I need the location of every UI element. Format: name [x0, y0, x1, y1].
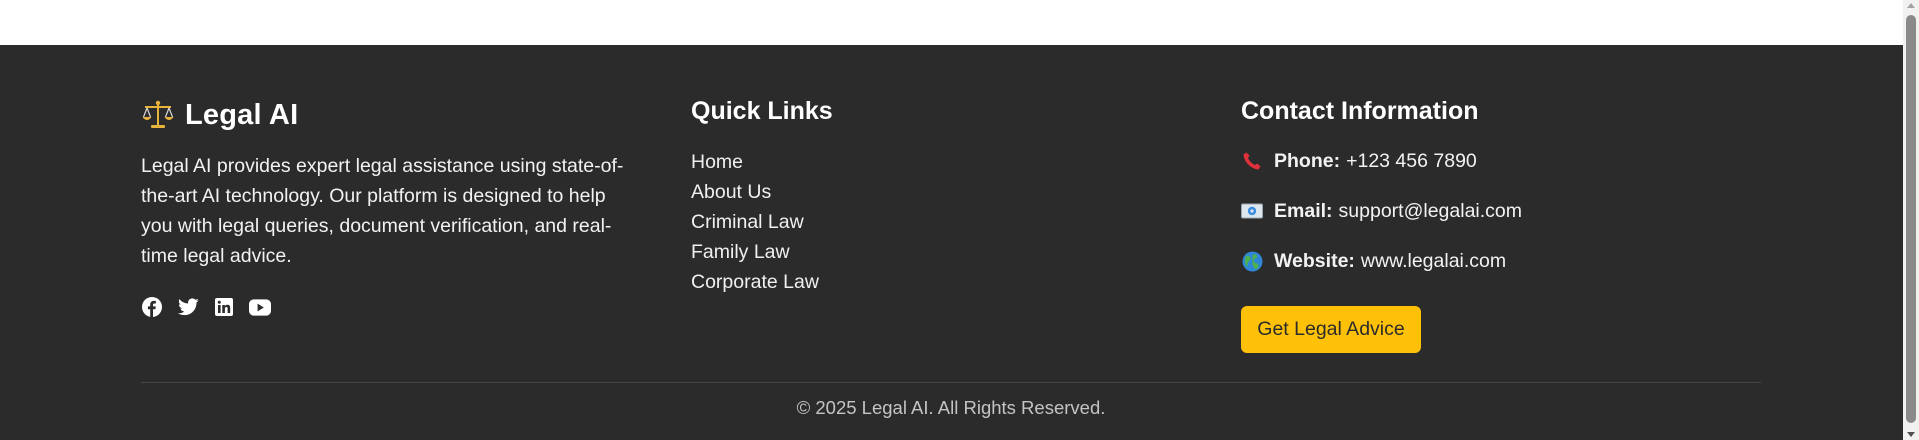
twitter-icon[interactable]: [177, 296, 199, 318]
scrollbar-thumb[interactable]: [1906, 15, 1916, 423]
globe-icon: [1241, 250, 1263, 272]
youtube-icon[interactable]: [249, 296, 271, 318]
scroll-down-arrow-icon[interactable]: [1907, 432, 1915, 437]
website-label: Website:: [1274, 250, 1355, 272]
scales-icon: [141, 98, 175, 132]
footer-divider: [141, 382, 1761, 383]
copyright-text: © 2025 Legal AI. All Rights Reserved.: [796, 397, 1106, 418]
phone-value: +123 456 7890: [1346, 150, 1477, 172]
facebook-icon[interactable]: [141, 296, 163, 318]
social-links: [141, 296, 271, 318]
quick-link-home[interactable]: Home: [691, 147, 819, 177]
page: Legal AI Legal AI provides expert legal …: [0, 0, 1919, 440]
email-label: Email:: [1274, 200, 1333, 222]
quick-links-title: Quick Links: [691, 97, 833, 125]
contact-website: Website: www.legalai.com: [1241, 247, 1506, 275]
page-content-area: [0, 0, 1903, 45]
scroll-up-arrow-icon[interactable]: [1907, 3, 1915, 8]
quick-links-list: Home About Us Criminal Law Family Law Co…: [691, 147, 819, 297]
email-value[interactable]: support@legalai.com: [1339, 197, 1522, 225]
email-icon: [1241, 200, 1263, 222]
get-legal-advice-button[interactable]: Get Legal Advice: [1241, 306, 1421, 353]
vertical-scrollbar[interactable]: [1903, 0, 1919, 440]
brand-name: Legal AI: [185, 98, 299, 131]
quick-link-family-law[interactable]: Family Law: [691, 237, 819, 267]
contact-phone: Phone: +123 456 7890: [1241, 147, 1477, 175]
contact-title: Contact Information: [1241, 97, 1479, 125]
quick-link-about-us[interactable]: About Us: [691, 177, 819, 207]
site-footer: Legal AI Legal AI provides expert legal …: [0, 45, 1903, 440]
phone-label: Phone:: [1274, 150, 1341, 172]
brand-description: Legal AI provides expert legal assistanc…: [141, 155, 624, 267]
footer-brand: Legal AI: [141, 95, 298, 135]
linkedin-icon[interactable]: [213, 296, 235, 318]
quick-link-corporate-law[interactable]: Corporate Law: [691, 267, 819, 297]
website-value[interactable]: www.legalai.com: [1361, 247, 1506, 275]
quick-link-criminal-law[interactable]: Criminal Law: [691, 207, 819, 237]
contact-email: Email: support@legalai.com: [1241, 197, 1522, 225]
phone-icon: [1241, 150, 1263, 172]
